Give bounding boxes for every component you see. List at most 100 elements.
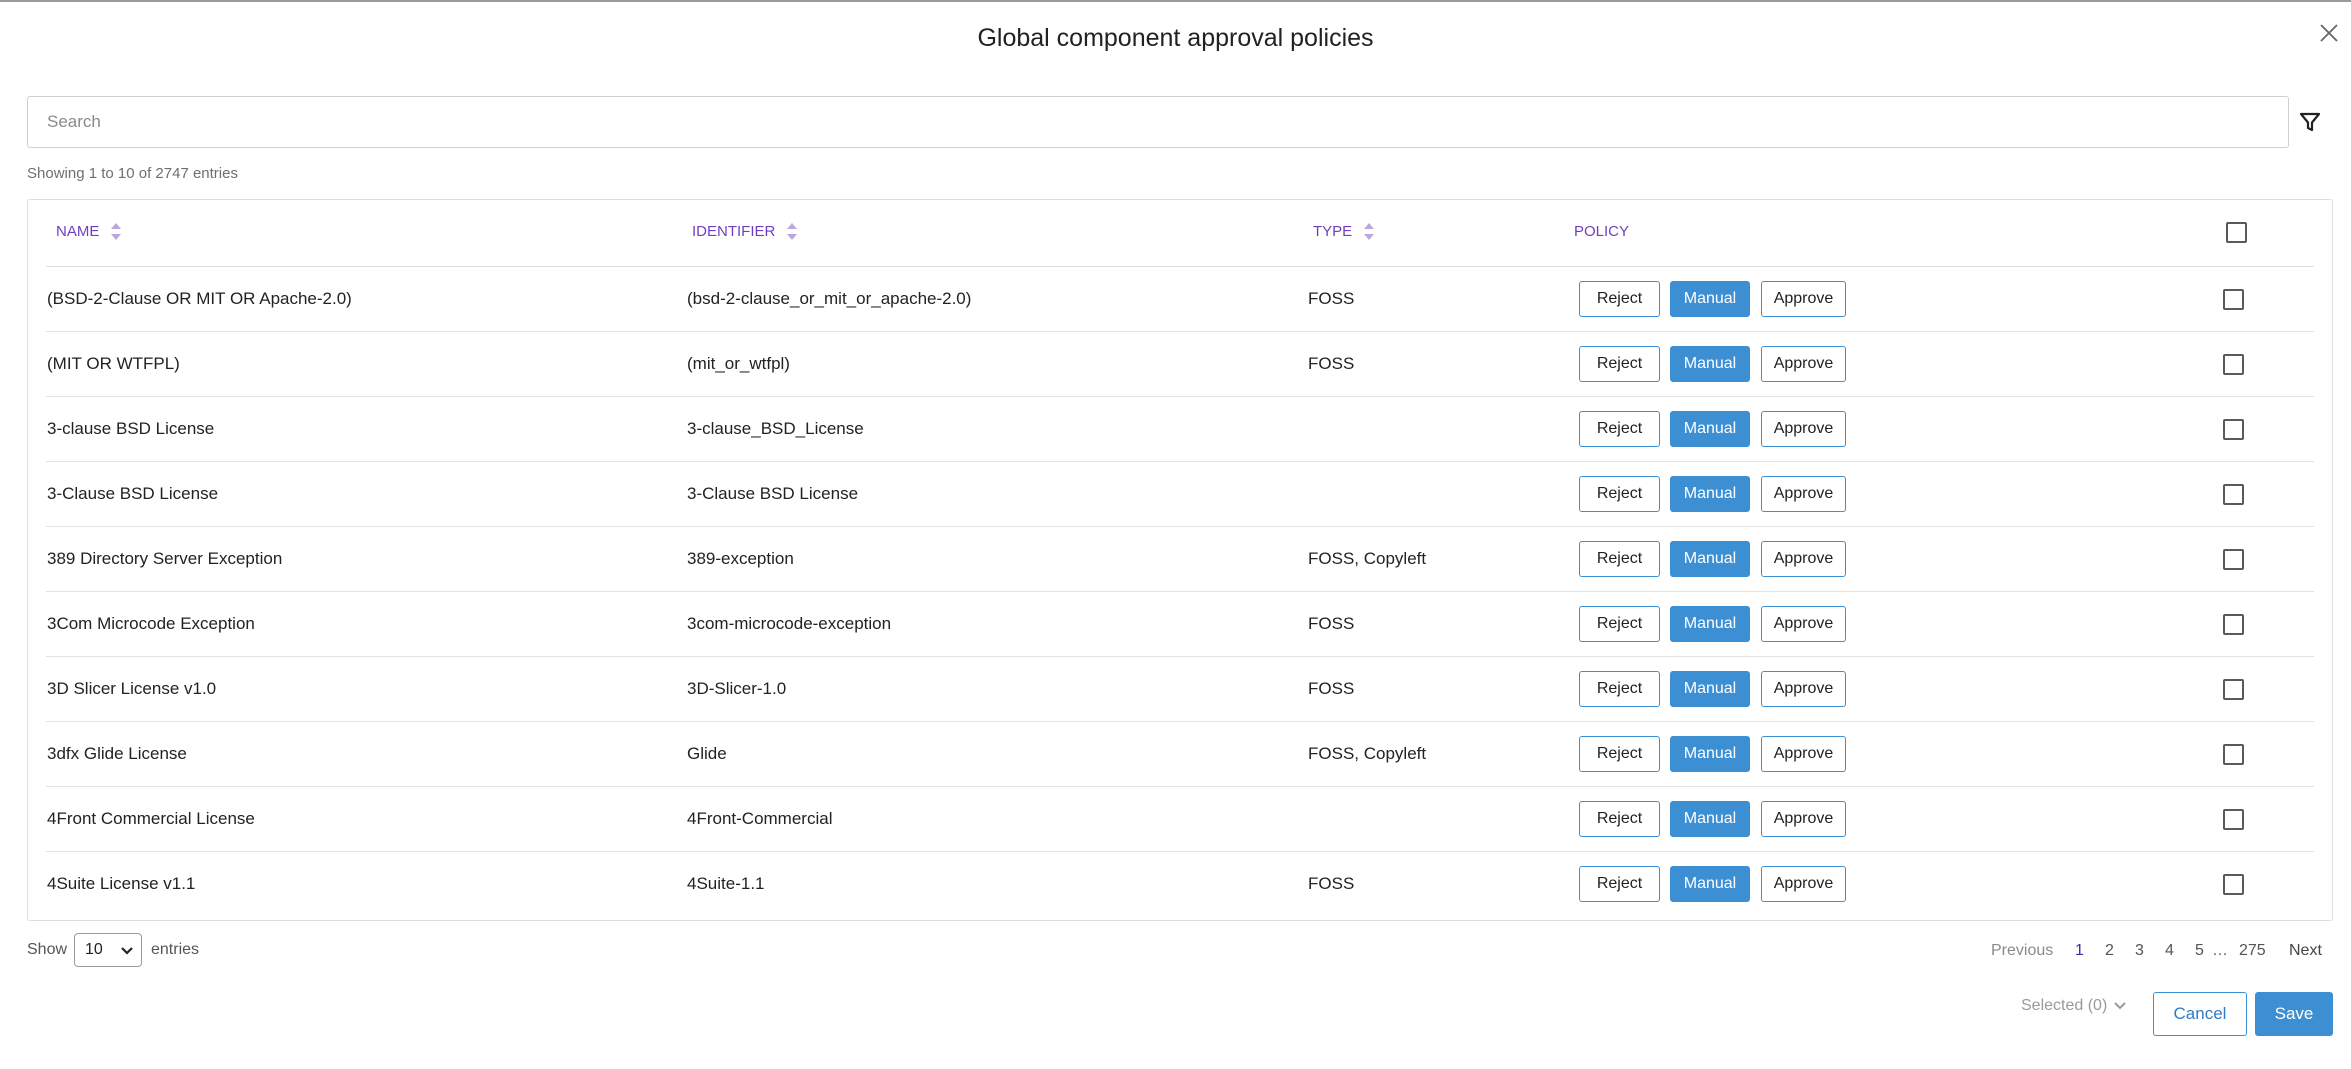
row-checkbox[interactable] — [2223, 874, 2244, 895]
cell-name: (BSD-2-Clause OR MIT OR Apache-2.0) — [47, 289, 352, 308]
sort-icon — [1364, 223, 1375, 240]
reject-button[interactable]: Reject — [1579, 476, 1660, 512]
column-header-type[interactable]: TYPE — [1313, 223, 1375, 240]
approve-button[interactable]: Approve — [1761, 866, 1846, 902]
row-checkbox[interactable] — [2223, 614, 2244, 635]
chevron-down-icon — [121, 947, 133, 955]
column-header-name[interactable]: NAME — [56, 223, 122, 240]
table-row: (MIT OR WTFPL) (mit_or_wtfpl) FOSS Rejec… — [46, 332, 2314, 397]
row-checkbox[interactable] — [2223, 744, 2244, 765]
column-header-policy: POLICY — [1574, 223, 1629, 240]
manual-button[interactable]: Manual — [1670, 866, 1750, 902]
manual-button[interactable]: Manual — [1670, 281, 1750, 317]
manual-button[interactable]: Manual — [1670, 476, 1750, 512]
approve-button[interactable]: Approve — [1761, 736, 1846, 772]
table-row: 3-clause BSD License 3-clause_BSD_Licens… — [46, 397, 2314, 462]
column-header-label: NAME — [56, 223, 100, 240]
policy-table: NAME IDENTIFIER TYPE POLICY (BSD-2-Claus… — [27, 199, 2333, 921]
reject-button[interactable]: Reject — [1579, 281, 1660, 317]
row-checkbox[interactable] — [2223, 484, 2244, 505]
table-row: 4Front Commercial License 4Front-Commerc… — [46, 787, 2314, 852]
reject-button[interactable]: Reject — [1579, 541, 1660, 577]
reject-button[interactable]: Reject — [1579, 606, 1660, 642]
top-border — [0, 0, 2351, 2]
sort-icon — [787, 223, 798, 240]
cell-type: FOSS — [1308, 874, 1355, 893]
row-checkbox[interactable] — [2223, 419, 2244, 440]
pagination-page[interactable]: 2 — [2105, 942, 2114, 960]
table-row: 3dfx Glide License Glide FOSS, Copyleft … — [46, 722, 2314, 787]
cell-name: 4Suite License v1.1 — [47, 874, 196, 893]
select-all-checkbox[interactable] — [2226, 222, 2247, 243]
save-button[interactable]: Save — [2255, 992, 2333, 1036]
table-row: 389 Directory Server Exception 389-excep… — [46, 527, 2314, 592]
pagination-page[interactable]: 4 — [2165, 942, 2174, 960]
close-icon[interactable] — [2316, 20, 2342, 46]
selected-dropdown[interactable]: Selected (0) — [2021, 997, 2127, 1015]
manual-button[interactable]: Manual — [1670, 411, 1750, 447]
cancel-button[interactable]: Cancel — [2153, 992, 2247, 1036]
manual-button[interactable]: Manual — [1670, 801, 1750, 837]
table-row: 4Suite License v1.1 4Suite-1.1 FOSS Reje… — [46, 852, 2314, 917]
cell-type: FOSS — [1308, 289, 1355, 308]
chevron-down-icon — [2114, 1002, 2126, 1010]
reject-button[interactable]: Reject — [1579, 866, 1660, 902]
cell-identifier: (bsd-2-clause_or_mit_or_apache-2.0) — [687, 289, 972, 308]
reject-button[interactable]: Reject — [1579, 411, 1660, 447]
sort-icon — [111, 223, 122, 240]
approve-button[interactable]: Approve — [1761, 411, 1846, 447]
manual-button[interactable]: Manual — [1670, 541, 1750, 577]
approve-button[interactable]: Approve — [1761, 476, 1846, 512]
manual-button[interactable]: Manual — [1670, 606, 1750, 642]
cell-name: 4Front Commercial License — [47, 809, 255, 828]
reject-button[interactable]: Reject — [1579, 671, 1660, 707]
table-row: 3Com Microcode Exception 3com-microcode-… — [46, 592, 2314, 657]
page-length-select[interactable]: 10 — [74, 933, 142, 967]
entries-info: Showing 1 to 10 of 2747 entries — [27, 165, 238, 182]
row-checkbox[interactable] — [2223, 679, 2244, 700]
column-header-identifier[interactable]: IDENTIFIER — [692, 223, 798, 240]
cell-identifier: (mit_or_wtfpl) — [687, 354, 790, 373]
approve-button[interactable]: Approve — [1761, 281, 1846, 317]
approve-button[interactable]: Approve — [1761, 541, 1846, 577]
approve-button[interactable]: Approve — [1761, 346, 1846, 382]
filter-icon[interactable] — [2298, 110, 2322, 134]
table-row: (BSD-2-Clause OR MIT OR Apache-2.0) (bsd… — [46, 267, 2314, 332]
approve-button[interactable]: Approve — [1761, 606, 1846, 642]
pagination-ellipsis: … — [2212, 942, 2228, 959]
reject-button[interactable]: Reject — [1579, 736, 1660, 772]
search-input[interactable] — [27, 96, 2289, 148]
approve-button[interactable]: Approve — [1761, 671, 1846, 707]
cell-type: FOSS, Copyleft — [1308, 744, 1427, 763]
column-header-label: TYPE — [1313, 223, 1353, 240]
row-checkbox[interactable] — [2223, 354, 2244, 375]
pagination-next[interactable]: Next — [2289, 942, 2322, 960]
column-header-label: IDENTIFIER — [692, 223, 776, 240]
pagination-page[interactable]: 5 — [2195, 942, 2204, 960]
row-checkbox[interactable] — [2223, 809, 2244, 830]
pagination-page[interactable]: 1 — [2075, 942, 2084, 960]
reject-button[interactable]: Reject — [1579, 346, 1660, 382]
manual-button[interactable]: Manual — [1670, 736, 1750, 772]
cell-type: FOSS, Copyleft — [1308, 549, 1427, 568]
cell-type: FOSS — [1308, 354, 1355, 373]
cell-identifier: 3-Clause BSD License — [687, 484, 859, 503]
cell-name: 3-clause BSD License — [47, 419, 215, 438]
cell-identifier: 4Suite-1.1 — [687, 874, 765, 893]
cell-name: 3dfx Glide License — [47, 744, 187, 763]
cell-identifier: 3D-Slicer-1.0 — [687, 679, 787, 698]
manual-button[interactable]: Manual — [1670, 346, 1750, 382]
pagination-page[interactable]: 3 — [2135, 942, 2144, 960]
pagination-previous[interactable]: Previous — [1991, 942, 2053, 960]
entries-label: entries — [151, 941, 200, 958]
cell-type: FOSS — [1308, 679, 1355, 698]
manual-button[interactable]: Manual — [1670, 671, 1750, 707]
selected-count: Selected (0) — [2021, 997, 2108, 1014]
reject-button[interactable]: Reject — [1579, 801, 1660, 837]
cell-identifier: Glide — [687, 744, 727, 763]
row-checkbox[interactable] — [2223, 289, 2244, 310]
row-checkbox[interactable] — [2223, 549, 2244, 570]
table-row: 3D Slicer License v1.0 3D-Slicer-1.0 FOS… — [46, 657, 2314, 722]
pagination-page[interactable]: 275 — [2239, 942, 2266, 960]
approve-button[interactable]: Approve — [1761, 801, 1846, 837]
